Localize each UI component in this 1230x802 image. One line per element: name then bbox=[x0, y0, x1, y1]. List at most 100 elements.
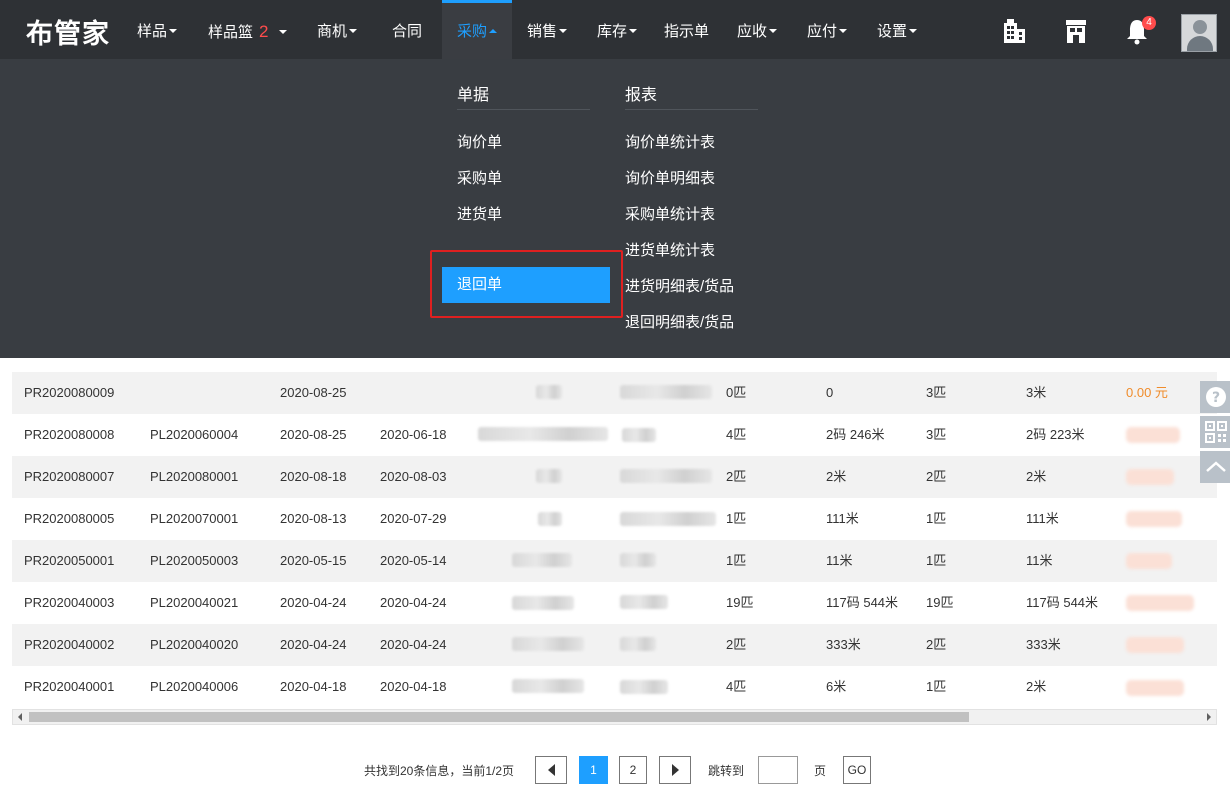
redacted-field bbox=[512, 679, 584, 693]
nav-item-payables[interactable]: 应付 bbox=[807, 0, 848, 59]
redacted-field bbox=[620, 512, 716, 526]
date: 2020-04-24 bbox=[280, 595, 347, 610]
table-row[interactable]: PR2020080007 PL2020080001 2020-08-18 202… bbox=[12, 456, 1217, 498]
menu-item-inquiry[interactable]: 询价单 bbox=[457, 131, 502, 152]
order-no: PR2020040003 bbox=[24, 595, 115, 610]
order-no: PR2020040002 bbox=[24, 637, 115, 652]
menu-item-receipt[interactable]: 进货单 bbox=[457, 203, 502, 224]
page-button-2[interactable]: 2 bbox=[619, 756, 647, 784]
redacted-field bbox=[620, 637, 656, 651]
nav-label: 设置 bbox=[877, 23, 908, 40]
prev-page-button[interactable] bbox=[535, 756, 567, 784]
caret-down-icon bbox=[278, 30, 287, 35]
redacted-amount bbox=[1126, 637, 1184, 653]
next-page-button[interactable] bbox=[659, 756, 691, 784]
returns-table: PR2020080009 2020-08-25 0匹 0 3匹 3米 0.00 … bbox=[12, 372, 1217, 708]
nav-label: 采购 bbox=[457, 23, 488, 40]
help-icon: ? bbox=[1206, 387, 1226, 407]
avatar[interactable] bbox=[1181, 14, 1217, 52]
caret-down-icon bbox=[769, 29, 778, 34]
nav-item-inventory[interactable]: 库存 bbox=[597, 0, 638, 59]
redacted-amount bbox=[1126, 427, 1180, 443]
menu-item-receipt-detail[interactable]: 进货明细表/货品 bbox=[625, 275, 734, 296]
menu-item-receipt-summary[interactable]: 进货单统计表 bbox=[625, 239, 715, 260]
back-to-top-button[interactable] bbox=[1200, 451, 1230, 483]
redacted-field bbox=[622, 428, 656, 442]
nav-label: 样品 bbox=[137, 23, 168, 40]
nav-item-sales[interactable]: 销售 bbox=[527, 0, 568, 59]
redacted-field bbox=[538, 512, 562, 526]
redacted-field bbox=[536, 385, 562, 399]
redacted-amount bbox=[1126, 511, 1182, 527]
length-returned: 6米 bbox=[826, 679, 847, 694]
ref-no: PL2020040021 bbox=[150, 595, 239, 610]
caret-down-icon bbox=[909, 29, 918, 34]
documents-heading: 单据 bbox=[457, 87, 490, 104]
caret-down-icon bbox=[349, 29, 358, 34]
menu-item-inquiry-summary[interactable]: 询价单统计表 bbox=[625, 131, 715, 152]
jump-label: 跳转到 bbox=[708, 764, 745, 778]
table-row[interactable]: PR2020050001 PL2020050003 2020-05-15 202… bbox=[12, 540, 1217, 582]
divider bbox=[625, 109, 758, 110]
nav-item-purchasing[interactable]: 采购 bbox=[442, 0, 512, 59]
length-original: 333米 bbox=[1026, 637, 1061, 652]
qrcode-button[interactable] bbox=[1200, 416, 1230, 448]
date: 2020-04-24 bbox=[280, 637, 347, 652]
help-button[interactable]: ? bbox=[1200, 381, 1230, 413]
redacted-field bbox=[620, 469, 712, 483]
nav-item-samples[interactable]: 样品 bbox=[137, 0, 178, 59]
menu-item-inquiry-detail[interactable]: 询价单明细表 bbox=[625, 167, 715, 188]
ref-no: PL2020060004 bbox=[150, 427, 239, 442]
table-row[interactable]: PR2020040002 PL2020040020 2020-04-24 202… bbox=[12, 624, 1217, 666]
scroll-right-icon[interactable] bbox=[1207, 713, 1211, 721]
active-indicator bbox=[442, 0, 512, 3]
menu-item-purchase-summary[interactable]: 采购单统计表 bbox=[625, 203, 715, 224]
reports-heading: 报表 bbox=[625, 87, 658, 104]
nav-item-contracts[interactable]: 合同 bbox=[392, 0, 422, 59]
jump-page-input[interactable] bbox=[758, 756, 798, 784]
length-returned: 333米 bbox=[826, 637, 861, 652]
redacted-field bbox=[536, 469, 562, 483]
table-row[interactable]: PR2020080008 PL2020060004 2020-08-25 202… bbox=[12, 414, 1217, 456]
scroll-thumb[interactable] bbox=[29, 712, 969, 722]
redacted-field bbox=[512, 637, 584, 651]
nav-label: 应收 bbox=[737, 23, 768, 40]
chevron-up-icon bbox=[1206, 461, 1226, 472]
building-icon[interactable] bbox=[1001, 17, 1027, 45]
redacted-field bbox=[478, 427, 608, 441]
qty-returned: 4匹 bbox=[726, 679, 747, 694]
caret-up-icon bbox=[489, 29, 498, 34]
length-original: 117码 544米 bbox=[1026, 595, 1099, 610]
caret-down-icon bbox=[839, 29, 848, 34]
menu-item-return-detail[interactable]: 退回明细表/货品 bbox=[625, 311, 734, 332]
menu-item-purchase-order[interactable]: 采购单 bbox=[457, 167, 502, 188]
table-row[interactable]: PR2020080009 2020-08-25 0匹 0 3匹 3米 0.00 … bbox=[12, 372, 1217, 414]
nav-label: 库存 bbox=[597, 23, 628, 40]
caret-down-icon bbox=[629, 29, 638, 34]
nav-item-opportunities[interactable]: 商机 bbox=[317, 0, 358, 59]
length-returned: 117码 544米 bbox=[826, 595, 899, 610]
go-button[interactable]: GO bbox=[843, 756, 871, 784]
qty-returned: 1匹 bbox=[726, 511, 747, 526]
store-icon[interactable] bbox=[1063, 17, 1089, 45]
nav-item-receivables[interactable]: 应收 bbox=[737, 0, 778, 59]
nav-item-instructions[interactable]: 指示单 bbox=[664, 0, 709, 59]
redacted-amount bbox=[1126, 595, 1194, 611]
table-row[interactable]: PR2020040001 PL2020040006 2020-04-18 202… bbox=[12, 666, 1217, 708]
scroll-left-icon[interactable] bbox=[18, 713, 22, 721]
length-original: 11米 bbox=[1026, 553, 1053, 568]
nav-item-sample-basket[interactable]: 样品篮 2 bbox=[208, 0, 287, 59]
date: 2020-05-15 bbox=[280, 553, 347, 568]
brand-logo[interactable]: 布管家 bbox=[26, 12, 110, 51]
length-original: 3米 bbox=[1026, 385, 1047, 400]
date: 2020-08-18 bbox=[280, 469, 347, 484]
page-button-1[interactable]: 1 bbox=[579, 756, 608, 784]
nav-label: 样品篮 bbox=[208, 24, 254, 41]
notification-badge: 4 bbox=[1142, 16, 1156, 30]
table-row[interactable]: PR2020040003 PL2020040021 2020-04-24 202… bbox=[12, 582, 1217, 624]
top-nav: 布管家 样品 样品篮 2 商机 合同 采购 销售 库存 指示单 应收 应付 设置… bbox=[0, 0, 1230, 59]
nav-item-settings[interactable]: 设置 bbox=[877, 0, 918, 59]
table-row[interactable]: PR2020080005 PL2020070001 2020-08-13 202… bbox=[12, 498, 1217, 540]
qty-original: 2匹 bbox=[926, 469, 947, 484]
horizontal-scrollbar[interactable] bbox=[12, 709, 1217, 725]
